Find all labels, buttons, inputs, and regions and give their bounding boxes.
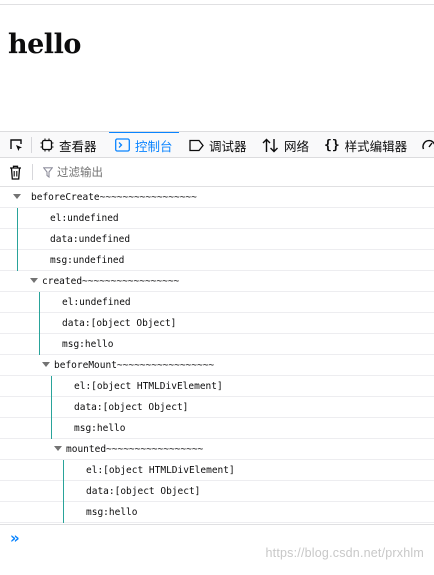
tab-console[interactable]: 控制台 xyxy=(109,132,178,157)
tab-label: 查看器 xyxy=(59,139,97,154)
style-editor-icon: {} xyxy=(324,137,340,153)
network-icon xyxy=(262,138,279,153)
console-group-header[interactable]: created~~~~~~~~~~~~~~~~~ xyxy=(0,271,434,292)
top-border xyxy=(0,4,434,5)
console-filter-bar: 过滤输出 xyxy=(0,158,434,187)
tab-performance[interactable] xyxy=(421,132,434,157)
console-icon xyxy=(115,138,130,152)
tab-label: 样式编辑器 xyxy=(344,139,408,154)
console-message: el:[object HTMLDivElement] xyxy=(0,376,434,397)
console-message: msg:undefined xyxy=(0,250,434,271)
expand-toggle-icon[interactable] xyxy=(54,446,62,451)
console-group-header[interactable]: mounted~~~~~~~~~~~~~~~~~ xyxy=(0,439,434,460)
page-heading: hello xyxy=(8,29,81,60)
clear-console-button[interactable] xyxy=(9,165,22,185)
funnel-icon xyxy=(43,166,53,178)
devtools-toolbar: 查看器 控制台 调试器 网络 {} 样式编辑器 xyxy=(0,131,434,158)
tab-network[interactable]: 网络 xyxy=(262,132,310,157)
tab-label: 调试器 xyxy=(209,139,247,154)
performance-icon xyxy=(421,137,434,153)
element-picker-icon xyxy=(8,137,24,153)
tab-label: 网络 xyxy=(284,139,310,154)
console-message: msg:hello xyxy=(0,502,434,523)
filter-separator xyxy=(32,164,33,180)
element-picker-button[interactable] xyxy=(8,132,29,157)
console-message: data:[object Object] xyxy=(0,481,434,502)
group-indent-line xyxy=(39,292,40,355)
debugger-icon xyxy=(189,139,204,152)
prompt-chevron-icon: » xyxy=(10,529,20,547)
console-message: data:[object Object] xyxy=(0,313,434,334)
group-indent-line xyxy=(17,208,18,271)
expand-toggle-icon[interactable] xyxy=(30,278,38,283)
trash-icon xyxy=(10,165,21,180)
console-message: data:undefined xyxy=(0,229,434,250)
console-message: el:undefined xyxy=(0,292,434,313)
tab-debugger[interactable]: 调试器 xyxy=(189,132,247,157)
inspector-icon xyxy=(40,138,54,152)
group-indent-line xyxy=(51,376,52,439)
filter-placeholder: 过滤输出 xyxy=(57,167,103,179)
group-indent-line xyxy=(63,460,64,523)
console-message: data:[object Object] xyxy=(0,397,434,418)
toolbar-separator xyxy=(31,137,32,153)
tab-style-editor[interactable]: {} 样式编辑器 xyxy=(324,132,408,157)
console-message: el:undefined xyxy=(0,208,434,229)
watermark: https://blog.csdn.net/prxhlm xyxy=(265,546,424,560)
filter-output-input[interactable]: 过滤输出 xyxy=(43,164,103,180)
tab-label: 控制台 xyxy=(135,139,173,154)
console-message: msg:hello xyxy=(0,418,434,439)
console-message: el:[object HTMLDivElement] xyxy=(0,460,434,481)
console-group-header[interactable]: beforeCreate~~~~~~~~~~~~~~~~~ xyxy=(0,187,434,208)
expand-toggle-icon[interactable] xyxy=(42,362,50,367)
tab-inspector[interactable]: 查看器 xyxy=(40,132,97,157)
console-group-header[interactable]: beforeMount~~~~~~~~~~~~~~~~~ xyxy=(0,355,434,376)
console-message: msg:hello xyxy=(0,334,434,355)
expand-toggle-icon[interactable] xyxy=(13,194,21,199)
